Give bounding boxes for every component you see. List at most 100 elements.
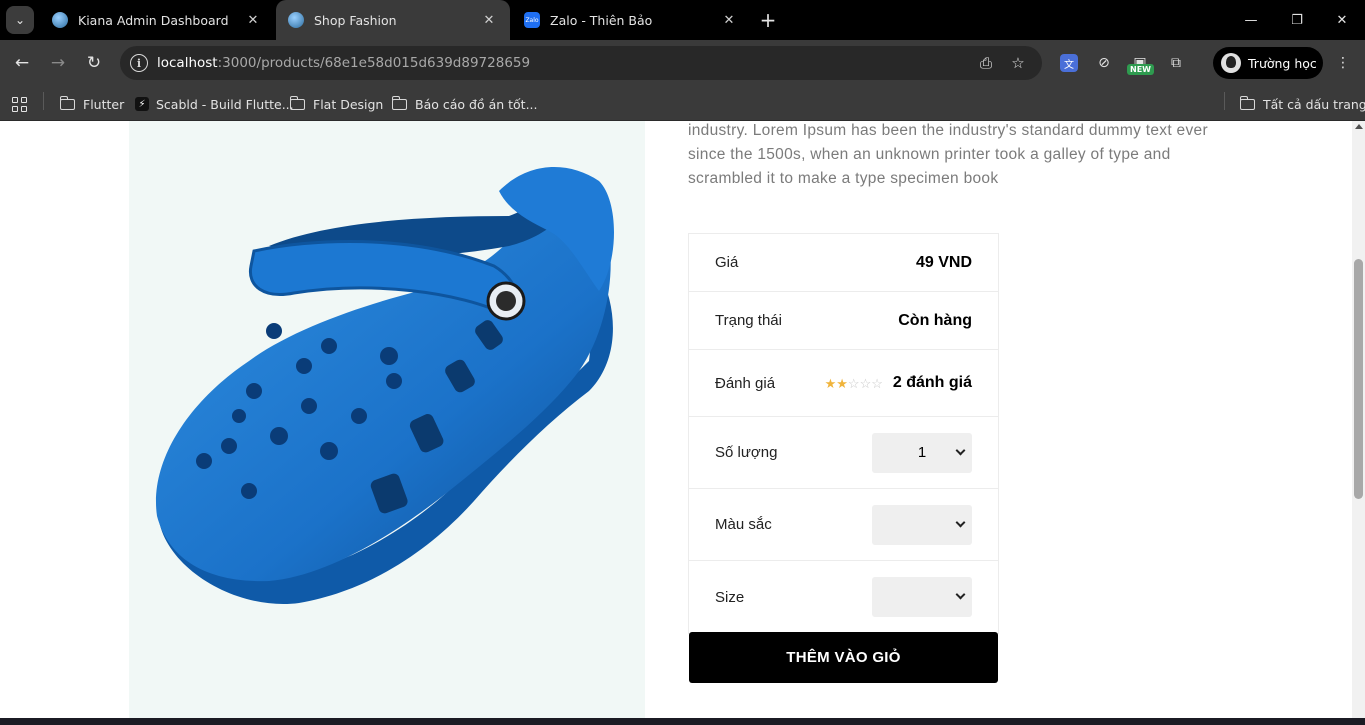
minimize-button[interactable]: — [1228,0,1274,40]
color-label: Màu sắc [715,516,772,533]
tab-zalo[interactable]: Zalo Zalo - Thiên Bảo ✕ [512,0,750,40]
product-image [129,121,645,718]
close-icon[interactable]: ✕ [480,11,498,29]
folder-icon [391,95,407,110]
divider [1224,92,1225,110]
add-to-cart-button[interactable]: THÊM VÀO GIỎ [689,632,998,683]
chevron-down-icon: ⌄ [14,13,26,27]
bookmark-bao-cao[interactable]: Báo cáo đồ án tốt... [391,92,538,116]
quantity-row: Số lượng 1 [689,417,998,489]
all-bookmarks-label: Tất cả dấu trang [1263,96,1365,112]
compass-icon[interactable]: ⊘ [1092,51,1116,75]
globe-icon [52,12,68,28]
star-icon: ★ [824,375,837,391]
rating-label: Đánh giá [715,374,776,392]
restore-icon: ❐ [1291,12,1303,28]
tab-title: Shop Fashion [314,12,397,28]
info-icon[interactable]: i [130,54,148,72]
tab-search-button[interactable]: ⌄ [6,6,34,34]
rating-stars: ★ ★ ☆ ☆ ☆ [825,377,883,390]
rating-row: Đánh giá ★ ★ ☆ ☆ ☆ 2 đánh giá [689,350,998,417]
price-row: Giá 49 VND [689,234,998,292]
more-menu-icon[interactable]: ⋮ [1331,51,1355,75]
size-row: Size [689,561,998,633]
new-badge: NEW [1127,64,1154,75]
chevron-down-icon [955,517,966,527]
page-viewport: industry. Lorem Ipsum has been the indus… [0,121,1352,718]
page-scrollbar[interactable] [1352,121,1365,718]
bookmark-label: Báo cáo đồ án tốt... [415,96,538,112]
tab-strip: ⌄ Kiana Admin Dashboard ✕ Shop Fashion ✕… [0,0,1365,40]
chevron-down-icon [955,589,966,600]
plus-icon: + [759,8,777,32]
bookmark-label: Flutter [83,96,125,112]
star-outline-icon: ☆ [847,375,860,391]
apps-grid-icon [12,96,27,112]
globe-icon [288,12,304,28]
taskbar-edge [0,718,1365,725]
close-window-button[interactable]: ✕ [1319,0,1365,40]
price-label: Giá [715,254,739,271]
url-text: localhost:3000/products/68e1e58d015d639d… [157,55,531,71]
profile-name: Trường học [1248,55,1317,71]
bookmark-flutter[interactable]: Flutter [59,92,125,116]
star-outline-icon: ☆ [859,375,872,391]
folder-icon [289,95,305,110]
status-value: Còn hàng [898,311,972,329]
quantity-label: Số lượng [715,444,778,461]
forward-button[interactable]: → [44,49,72,77]
bookmark-scabld[interactable]: ⚡ Scabld - Build Flutte... [135,92,294,116]
star-icon: ★ [836,375,848,391]
close-icon[interactable]: ✕ [720,11,738,29]
reload-icon: ↻ [86,53,102,73]
minimize-icon: — [1244,12,1258,28]
tab-title: Kiana Admin Dashboard [78,12,229,28]
puzzle-icon[interactable]: ⧉ [1164,51,1188,75]
star-icon[interactable]: ☆ [1009,54,1027,72]
scroll-up-arrow-icon[interactable] [1355,124,1363,129]
star-outline-icon: ☆ [871,375,883,391]
bookmark-flat-design[interactable]: Flat Design [289,92,384,116]
quantity-select[interactable]: 1 [872,432,972,473]
clog-shoe-image [155,167,614,605]
product-description: industry. Lorem Ipsum has been the indus… [688,122,1208,187]
status-label: Trạng thái [715,312,782,329]
quantity-value: 1 [917,444,927,461]
folder-icon [1239,95,1255,110]
avatar [1221,53,1241,73]
size-select[interactable] [872,577,972,617]
browser-toolbar: ← → ↻ i localhost:3000/products/68e1e58d… [0,40,1365,86]
size-label: Size [715,588,745,606]
close-icon: ✕ [1336,12,1348,28]
address-bar[interactable]: i localhost:3000/products/68e1e58d015d63… [120,46,1042,80]
arrow-right-icon: → [50,53,66,73]
color-row: Màu sắc [689,489,998,561]
chevron-down-icon [955,445,966,455]
price-value: 49 VND [915,253,972,271]
install-app-icon[interactable]: ⎙ [977,54,995,72]
bookmark-label: Scabld - Build Flutte... [156,96,294,112]
bookmarks-bar: Flutter ⚡ Scabld - Build Flutte... Flat … [0,86,1365,121]
close-icon[interactable]: ✕ [244,11,262,29]
divider [43,92,44,110]
scabld-icon: ⚡ [135,97,149,111]
zalo-icon: Zalo [524,12,540,28]
rating-count: 2 đánh giá [892,374,972,391]
restore-button[interactable]: ❐ [1274,0,1320,40]
all-bookmarks[interactable]: Tất cả dấu trang [1239,92,1365,116]
status-row: Trạng thái Còn hàng [689,292,998,350]
tab-shop-fashion[interactable]: Shop Fashion ✕ [276,0,510,40]
translate-icon[interactable]: 文 [1060,54,1078,72]
back-button[interactable]: ← [8,49,36,77]
apps-button[interactable] [12,92,27,116]
tab-title: Zalo - Thiên Bảo [550,12,653,28]
profile-button[interactable]: Trường học [1213,47,1323,79]
color-select[interactable] [872,504,972,545]
new-tab-button[interactable]: + [756,8,780,32]
tab-kiana-admin[interactable]: Kiana Admin Dashboard ✕ [40,0,274,40]
bookmark-label: Flat Design [313,96,384,112]
scroll-thumb[interactable] [1354,259,1363,499]
folder-icon [59,95,75,110]
product-info-table: Giá 49 VND Trạng thái Còn hàng Đánh giá … [688,233,999,634]
reload-button[interactable]: ↻ [80,49,108,77]
